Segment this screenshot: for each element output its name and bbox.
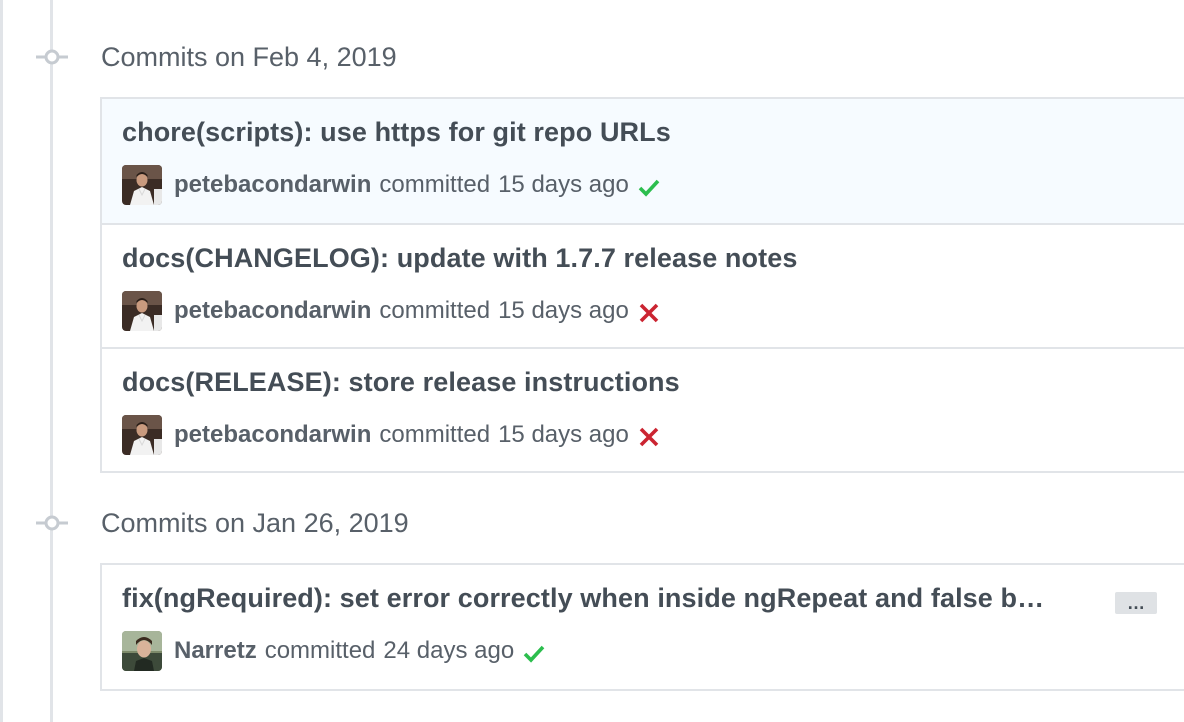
commit-item[interactable]: fix(ngRequired): set error correctly whe… (102, 565, 1184, 689)
author-link[interactable]: petebacondarwin (174, 171, 371, 199)
git-commit-icon (36, 515, 68, 531)
commit-message-link[interactable]: docs(RELEASE): store release instruction… (122, 367, 680, 398)
committed-label: committed (379, 297, 491, 324)
commit-item[interactable]: docs(CHANGELOG): update with 1.7.7 relea… (102, 223, 1184, 347)
expand-message-button[interactable]: … (1115, 592, 1157, 614)
committed-label: committed (379, 421, 491, 448)
relative-time: 15 days ago (498, 171, 629, 198)
commit-message-link[interactable]: fix(ngRequired): set error correctly whe… (122, 583, 1044, 614)
timeline-line (50, 0, 53, 722)
page-left-border (0, 0, 3, 722)
commit-list: fix(ngRequired): set error correctly whe… (100, 563, 1184, 691)
commit-meta: petebacondarwin committed 15 days ago (122, 164, 661, 206)
avatar[interactable] (122, 631, 162, 671)
avatar[interactable] (122, 415, 162, 455)
author-link[interactable]: petebacondarwin (174, 421, 371, 449)
check-icon[interactable] (637, 175, 661, 199)
commit-group-title: Commits on Jan 26, 2019 (101, 508, 409, 538)
x-icon[interactable] (637, 301, 661, 325)
commit-group-header: Commits on Jan 26, 2019 (36, 503, 409, 543)
commits-timeline-page: Commits on Feb 4, 2019 chore(scripts): u… (0, 0, 1184, 722)
check-icon[interactable] (522, 641, 546, 665)
commit-group-header: Commits on Feb 4, 2019 (36, 37, 397, 77)
committed-label: committed (264, 637, 376, 664)
git-commit-icon (36, 49, 68, 65)
author-link[interactable]: petebacondarwin (174, 297, 371, 325)
avatar[interactable] (122, 165, 162, 205)
commit-item[interactable]: chore(scripts): use https for git repo U… (102, 99, 1184, 223)
x-icon[interactable] (637, 425, 661, 449)
commit-meta: petebacondarwin committed 15 days ago (122, 290, 661, 332)
relative-time: 24 days ago (383, 637, 515, 664)
commit-meta: petebacondarwin committed 15 days ago (122, 414, 661, 456)
commit-message-link[interactable]: docs(CHANGELOG): update with 1.7.7 relea… (122, 243, 797, 274)
relative-time: 15 days ago (498, 421, 629, 448)
commit-meta: Narretz committed 24 days ago (122, 630, 546, 672)
commit-list: chore(scripts): use https for git repo U… (100, 97, 1184, 473)
author-link[interactable]: Narretz (174, 637, 257, 665)
committed-label: committed (379, 171, 491, 198)
commit-item[interactable]: docs(RELEASE): store release instruction… (102, 347, 1184, 471)
avatar[interactable] (122, 291, 162, 331)
commit-group-title: Commits on Feb 4, 2019 (101, 42, 397, 72)
commit-message-link[interactable]: chore(scripts): use https for git repo U… (122, 117, 671, 148)
relative-time: 15 days ago (498, 297, 629, 324)
